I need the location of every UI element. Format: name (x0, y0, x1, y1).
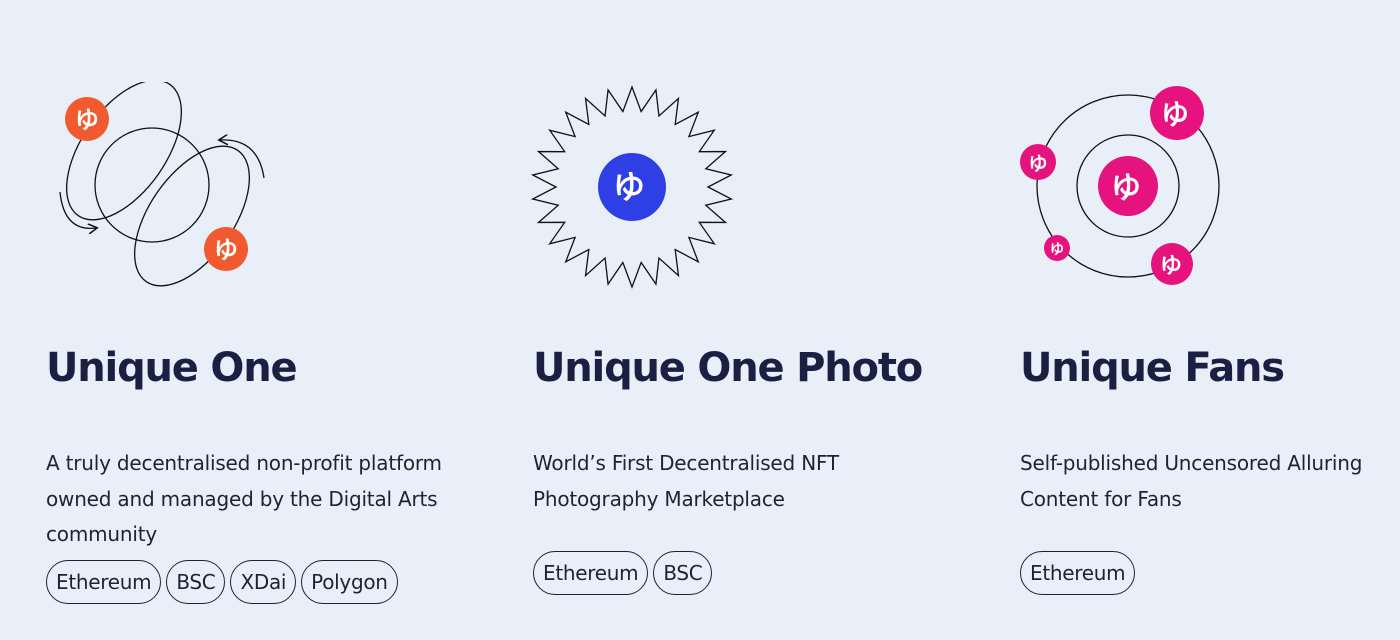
network-chip-bsc[interactable]: BSC (166, 560, 226, 604)
network-chips: Ethereum (1020, 551, 1136, 595)
product-title: Unique One (46, 345, 298, 391)
svg-text:ゆ: ゆ (613, 168, 645, 206)
svg-text:ゆ: ゆ (1050, 242, 1064, 258)
product-description: A truly decentralised non-profit platfor… (46, 451, 442, 546)
product-description: World’s First Decentralised NFT Photogra… (533, 451, 839, 511)
svg-text:ゆ: ゆ (1160, 254, 1182, 279)
svg-text:ゆ: ゆ (1161, 98, 1189, 131)
atom-orbits-logo-icon: ゆ ゆ ゆ ゆ ゆ (1020, 86, 1220, 285)
svg-text:ゆ: ゆ (1028, 153, 1047, 175)
orbit-ellipses-logo-icon: ゆ ゆ (59, 82, 265, 287)
network-chips: Ethereum BSC (533, 551, 713, 595)
product-description: Self-published Uncensored Alluring Conte… (1020, 451, 1363, 511)
unique-logo-badge-top: ゆ (65, 97, 109, 141)
product-card-unique-fans[interactable]: ゆ ゆ ゆ ゆ ゆ Unique Fans Self-published Unc… (1020, 0, 1400, 640)
network-chip-xdai[interactable]: XDai (230, 560, 297, 604)
svg-text:ゆ: ゆ (1111, 171, 1141, 206)
network-chip-ethereum[interactable]: Ethereum (1020, 551, 1136, 595)
product-card-unique-one[interactable]: ゆ ゆ Unique One A truly decentralised non… (46, 0, 486, 640)
svg-text:ゆ: ゆ (75, 106, 99, 134)
network-chip-ethereum[interactable]: Ethereum (533, 551, 649, 595)
unique-logo-badge-bottom: ゆ (204, 227, 248, 271)
product-title: Unique Fans (1020, 345, 1285, 391)
svg-text:ゆ: ゆ (214, 236, 238, 264)
network-chips: Ethereum BSC XDai Polygon (46, 560, 398, 604)
product-title: Unique One Photo (533, 345, 923, 391)
starburst-logo-icon: ゆ (530, 85, 734, 289)
product-card-unique-one-photo[interactable]: ゆ Unique One Photo World’s First Decentr… (530, 0, 973, 640)
network-chip-bsc[interactable]: BSC (653, 551, 713, 595)
network-chip-polygon[interactable]: Polygon (301, 560, 398, 604)
network-chip-ethereum[interactable]: Ethereum (46, 560, 162, 604)
